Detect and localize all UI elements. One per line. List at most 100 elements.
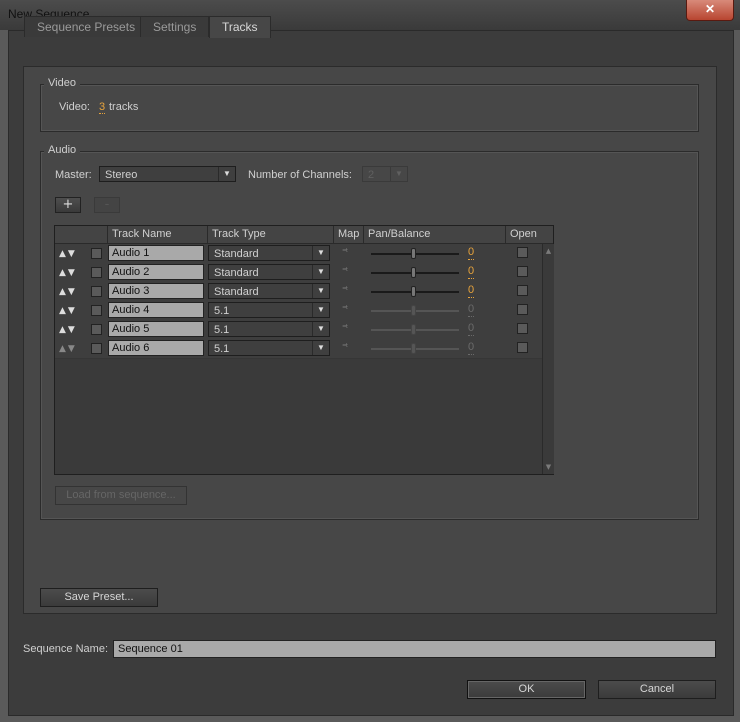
track-type-value: 5.1: [214, 324, 230, 336]
header-blank: [55, 226, 107, 243]
chevron-down-icon: ▼: [312, 265, 329, 279]
track-type-dropdown[interactable]: 5.1 ▼: [208, 302, 330, 318]
select-checkbox[interactable]: [91, 248, 102, 259]
arrow-up-icon[interactable]: ▲: [59, 268, 68, 278]
arrow-down-icon[interactable]: ▼: [68, 249, 77, 259]
pan-slider-knob[interactable]: [411, 248, 416, 259]
pan-slider-knob[interactable]: [411, 267, 416, 278]
master-dropdown[interactable]: Stereo ▼: [99, 166, 236, 182]
select-checkbox[interactable]: [91, 267, 102, 278]
open-checkbox[interactable]: [517, 342, 528, 353]
table-row: ▲▼ Audio 6 5.1 ▼ ⁼ᵗ 0: [55, 339, 542, 359]
channels-dropdown[interactable]: 2 ▼: [362, 166, 408, 182]
arrow-up-icon[interactable]: ▲: [59, 325, 68, 335]
add-track-button[interactable]: +: [55, 197, 81, 213]
open-checkbox[interactable]: [517, 247, 528, 258]
arrow-up-icon[interactable]: ▲: [59, 344, 68, 354]
header-pan-balance[interactable]: Pan/Balance: [363, 226, 505, 243]
arrow-down-icon[interactable]: ▼: [68, 287, 77, 297]
pan-value[interactable]: 0: [468, 265, 475, 279]
track-name-field[interactable]: Audio 1: [108, 245, 204, 261]
map-icon[interactable]: ⁼ᵗ: [342, 305, 348, 315]
map-icon[interactable]: ⁼ᵗ: [342, 267, 348, 277]
select-checkbox[interactable]: [91, 305, 102, 316]
ok-button[interactable]: OK: [467, 680, 586, 699]
track-name-field[interactable]: Audio 3: [108, 283, 204, 299]
track-type-dropdown[interactable]: Standard ▼: [208, 283, 330, 299]
save-preset-button[interactable]: Save Preset...: [40, 588, 158, 607]
tab-sequence-presets[interactable]: Sequence Presets: [24, 16, 149, 37]
pan-slider-knob[interactable]: [411, 343, 416, 354]
header-open[interactable]: Open: [505, 226, 542, 243]
arrow-up-icon[interactable]: ▲: [59, 287, 68, 297]
video-label: Video:: [59, 101, 90, 113]
table-scrollbar[interactable]: ▲ ▼: [542, 244, 554, 474]
arrow-down-icon[interactable]: ▼: [68, 306, 77, 316]
select-checkbox[interactable]: [91, 324, 102, 335]
header-track-type[interactable]: Track Type: [207, 226, 333, 243]
arrow-down-icon[interactable]: ▼: [68, 344, 77, 354]
select-checkbox[interactable]: [91, 343, 102, 354]
audio-tracks-table: Track Name Track Type Map Pan/Balance Op…: [54, 225, 554, 475]
master-label: Master:: [55, 169, 92, 181]
table-row: ▲▼ Audio 2 Standard ▼ ⁼ᵗ 0: [55, 263, 542, 283]
track-name-field[interactable]: Audio 4: [108, 302, 204, 318]
table-row: ▲▼ Audio 1 Standard ▼ ⁼ᵗ 0: [55, 244, 542, 264]
close-icon: ✕: [704, 2, 716, 16]
pan-slider-knob[interactable]: [411, 286, 416, 297]
open-checkbox[interactable]: [517, 266, 528, 277]
tab-tracks[interactable]: Tracks: [209, 16, 271, 38]
map-icon[interactable]: ⁼ᵗ: [342, 324, 348, 334]
open-checkbox[interactable]: [517, 323, 528, 334]
load-from-sequence-button[interactable]: Load from sequence...: [55, 486, 187, 505]
map-icon[interactable]: ⁼ᵗ: [342, 343, 348, 353]
track-type-dropdown[interactable]: Standard ▼: [208, 264, 330, 280]
dialog-window: New Sequence ✕ Sequence Presets Settings…: [0, 0, 740, 722]
arrow-up-icon[interactable]: ▲: [59, 306, 68, 316]
pan-value[interactable]: 0: [468, 341, 475, 355]
scroll-up-icon[interactable]: ▲: [543, 246, 554, 256]
track-name-field[interactable]: Audio 2: [108, 264, 204, 280]
cancel-button[interactable]: Cancel: [598, 680, 716, 699]
pan-value[interactable]: 0: [468, 303, 475, 317]
arrow-up-icon[interactable]: ▲: [59, 249, 68, 259]
video-group-label: Video: [44, 77, 80, 89]
pan-slider-knob[interactable]: [411, 305, 416, 316]
reorder-arrows: ▲▼: [59, 325, 87, 335]
track-type-dropdown[interactable]: 5.1 ▼: [208, 321, 330, 337]
track-name-field[interactable]: Audio 6: [108, 340, 204, 356]
select-checkbox[interactable]: [91, 286, 102, 297]
arrow-down-icon[interactable]: ▼: [68, 268, 77, 278]
header-track-name[interactable]: Track Name: [107, 226, 207, 243]
pan-value[interactable]: 0: [468, 284, 475, 298]
sequence-name-field[interactable]: Sequence 01: [113, 640, 716, 658]
open-checkbox[interactable]: [517, 304, 528, 315]
chevron-down-icon: ▼: [218, 167, 235, 181]
table-row: ▲▼ Audio 3 Standard ▼ ⁼ᵗ 0: [55, 282, 542, 302]
close-button[interactable]: ✕: [686, 0, 734, 21]
map-icon[interactable]: ⁼ᵗ: [342, 248, 348, 258]
video-track-count[interactable]: 3: [99, 101, 106, 114]
map-icon[interactable]: ⁼ᵗ: [342, 286, 348, 296]
pan-value[interactable]: 0: [468, 246, 475, 260]
track-type-value: Standard: [214, 248, 259, 260]
track-type-dropdown[interactable]: Standard ▼: [208, 245, 330, 261]
table-header: Track Name Track Type Map Pan/Balance Op…: [55, 226, 553, 244]
arrow-down-icon[interactable]: ▼: [68, 325, 77, 335]
track-name-field[interactable]: Audio 5: [108, 321, 204, 337]
header-map[interactable]: Map: [333, 226, 363, 243]
track-type-value: Standard: [214, 286, 259, 298]
pan-slider-knob[interactable]: [411, 324, 416, 335]
pan-value[interactable]: 0: [468, 322, 475, 336]
tab-settings[interactable]: Settings: [140, 16, 210, 37]
reorder-arrows: ▲▼: [59, 249, 87, 259]
master-value: Stereo: [105, 169, 138, 181]
scroll-down-icon[interactable]: ▼: [543, 462, 554, 472]
open-checkbox[interactable]: [517, 285, 528, 296]
remove-track-button[interactable]: -: [94, 197, 120, 213]
channels-value: 2: [368, 169, 375, 181]
track-type-dropdown[interactable]: 5.1 ▼: [208, 340, 330, 356]
track-type-value: Standard: [214, 267, 259, 279]
chevron-down-icon: ▼: [312, 322, 329, 336]
video-tracks-suffix: tracks: [109, 101, 139, 113]
